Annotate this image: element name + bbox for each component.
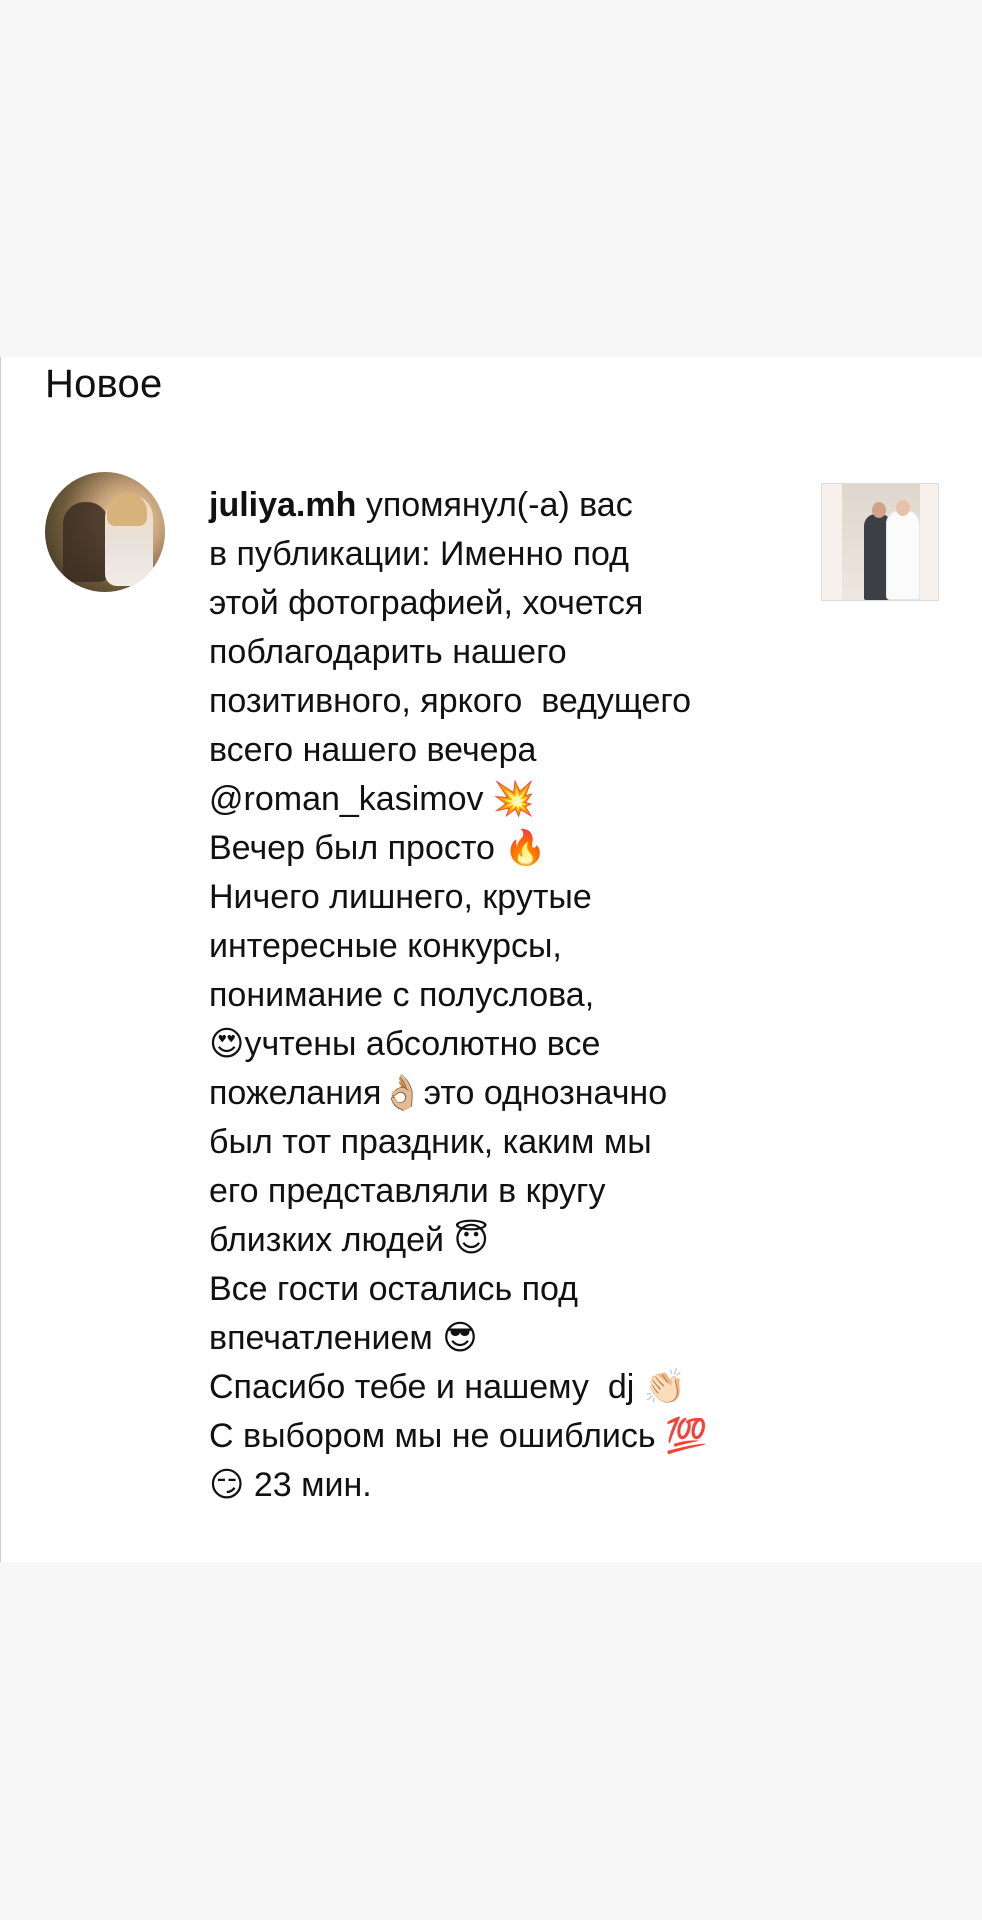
user-avatar[interactable] xyxy=(45,472,165,592)
avatar-person-left xyxy=(63,502,109,582)
thumbnail-head-bride xyxy=(896,500,910,516)
notification-text: juliya.mh упомянул(-а) вас в публикации:… xyxy=(209,481,789,1510)
thumbnail-bride xyxy=(886,510,920,600)
notification-time: 23 мин. xyxy=(253,1466,372,1504)
thumbnail-photo xyxy=(842,484,920,600)
bottom-blank-area xyxy=(0,1562,982,1920)
username-link[interactable]: juliya.mh xyxy=(209,486,356,524)
avatar-hair xyxy=(107,492,147,526)
activity-card: Новое juliya.mh упомянул(-а) вас в публи… xyxy=(0,357,982,1562)
thumbnail-head-groom xyxy=(872,502,886,518)
top-blank-area xyxy=(0,0,982,357)
notification-message: упомянул(-а) вас в публикации: Именно по… xyxy=(209,486,708,1504)
section-title: Новое xyxy=(45,362,163,406)
post-thumbnail[interactable] xyxy=(821,483,939,601)
